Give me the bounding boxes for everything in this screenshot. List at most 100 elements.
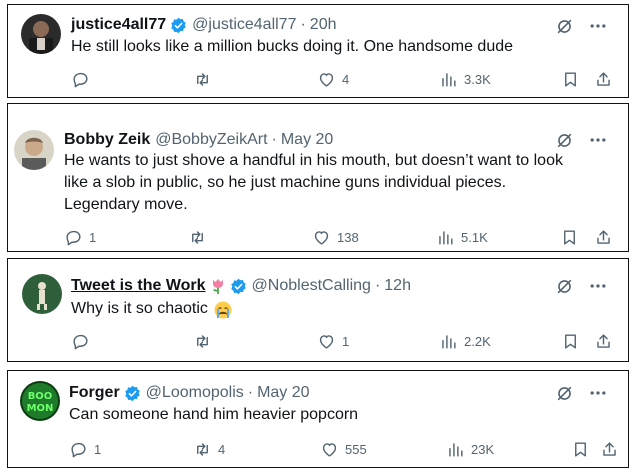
repost-button[interactable] — [193, 332, 212, 351]
avatar[interactable] — [21, 14, 61, 54]
like-icon — [317, 70, 336, 89]
tweet-card[interactable]: Bobby Zeik @BobbyZeikArt · May 20 He wan… — [7, 103, 629, 252]
share-button[interactable] — [594, 70, 613, 89]
bookmark-button[interactable] — [571, 440, 590, 459]
author-handle[interactable]: @BobbyZeikArt — [155, 130, 267, 150]
author-handle[interactable]: @justice4all77 — [192, 15, 296, 35]
like-icon — [312, 228, 331, 247]
reply-count: 1 — [94, 442, 102, 457]
view-count: 3.3K — [464, 72, 491, 87]
separator-dot: · — [374, 277, 381, 294]
tweet-card[interactable]: Tweet is the Work @NoblestCalling · 12h … — [7, 258, 629, 362]
reply-button[interactable] — [71, 332, 90, 351]
avatar[interactable]: BOO MON — [20, 381, 60, 421]
author-name[interactable]: Tweet is the Work — [71, 276, 206, 296]
grok-slash-icon[interactable] — [554, 383, 574, 403]
tulip-emoji — [210, 277, 226, 295]
like-count: 4 — [342, 72, 350, 87]
share-button[interactable] — [594, 228, 613, 247]
author-name[interactable]: Forger — [69, 383, 120, 403]
verified-badge-icon — [170, 17, 187, 34]
timestamp[interactable]: 20h — [310, 15, 337, 35]
bookmark-icon — [561, 70, 580, 89]
tweet-text: Can someone hand him heavier popcorn — [69, 406, 359, 423]
more-icon[interactable] — [588, 16, 608, 36]
reply-button[interactable] — [71, 70, 90, 89]
like-icon — [320, 440, 339, 459]
views-icon — [446, 440, 465, 459]
views-icon — [436, 228, 455, 247]
share-icon — [594, 228, 613, 247]
bookmark-icon — [560, 228, 579, 247]
views-button[interactable]: 3.3K — [439, 70, 491, 89]
separator-dot: · — [247, 384, 254, 401]
tweet-text: He wants to just shove a handful in his … — [64, 152, 563, 213]
reply-count: 1 — [89, 230, 97, 245]
views-icon — [439, 70, 458, 89]
share-button[interactable] — [594, 332, 613, 351]
grok-slash-icon[interactable] — [554, 16, 574, 36]
timestamp[interactable]: May 20 — [257, 383, 309, 403]
avatar[interactable] — [14, 130, 54, 170]
share-icon — [600, 440, 619, 459]
avatar[interactable] — [22, 274, 62, 314]
repost-icon — [193, 440, 212, 459]
views-icon — [439, 332, 458, 351]
share-icon — [594, 332, 613, 351]
author-name[interactable]: justice4all77 — [71, 15, 166, 35]
tweet-text: He still looks like a million bucks doin… — [71, 38, 514, 55]
grok-slash-icon[interactable] — [554, 130, 574, 150]
reply-button[interactable]: 1 — [69, 440, 101, 459]
bookmark-icon — [571, 440, 590, 459]
grok-slash-icon[interactable] — [554, 276, 574, 296]
views-button[interactable]: 2.2K — [439, 332, 491, 351]
timestamp[interactable]: 12h — [384, 276, 411, 296]
repost-icon — [193, 70, 212, 89]
reply-icon — [69, 440, 88, 459]
reply-icon — [71, 332, 90, 351]
bookmark-button[interactable] — [561, 332, 580, 351]
avatar-text: BOO — [28, 391, 53, 402]
verified-badge-icon — [124, 385, 141, 402]
share-icon — [594, 70, 613, 89]
like-count: 138 — [337, 230, 359, 245]
author-name[interactable]: Bobby Zeik — [64, 130, 150, 150]
timestamp[interactable]: May 20 — [281, 130, 333, 150]
author-handle[interactable]: @Loomopolis — [146, 383, 244, 403]
bookmark-button[interactable] — [560, 228, 579, 247]
repost-count: 4 — [218, 442, 226, 457]
bookmark-icon — [561, 332, 580, 351]
tweet-card[interactable]: justice4all77 @justice4all77 · 20h He st… — [7, 4, 629, 98]
like-button[interactable]: 555 — [320, 440, 367, 459]
share-button[interactable] — [600, 440, 619, 459]
like-icon — [317, 332, 336, 351]
repost-button[interactable] — [193, 70, 212, 89]
like-count: 1 — [342, 334, 350, 349]
tweet-text: Why is it so chaotic — [71, 300, 208, 317]
separator-dot: · — [300, 16, 306, 33]
more-icon[interactable] — [588, 130, 608, 150]
more-icon[interactable] — [588, 276, 608, 296]
crying-face-emoji — [213, 300, 233, 319]
reply-icon — [64, 228, 83, 247]
tweet-card[interactable]: BOO MON Forger @Loomopolis · May 20 Can s… — [7, 370, 629, 468]
verified-badge-icon — [230, 278, 247, 295]
like-count: 555 — [345, 442, 367, 457]
reply-icon — [71, 70, 90, 89]
separator-dot: · — [271, 131, 277, 148]
like-button[interactable]: 138 — [312, 228, 359, 247]
repost-button[interactable] — [188, 228, 207, 247]
repost-icon — [188, 228, 207, 247]
view-count: 5.1K — [461, 230, 488, 245]
views-button[interactable]: 23K — [446, 440, 494, 459]
repost-icon — [193, 332, 212, 351]
reply-button[interactable]: 1 — [64, 228, 96, 247]
bookmark-button[interactable] — [561, 70, 580, 89]
author-handle[interactable]: @NoblestCalling — [252, 276, 371, 296]
repost-button[interactable]: 4 — [193, 440, 225, 459]
view-count: 2.2K — [464, 334, 491, 349]
like-button[interactable]: 1 — [317, 332, 349, 351]
more-icon[interactable] — [588, 383, 608, 403]
views-button[interactable]: 5.1K — [436, 228, 488, 247]
like-button[interactable]: 4 — [317, 70, 349, 89]
